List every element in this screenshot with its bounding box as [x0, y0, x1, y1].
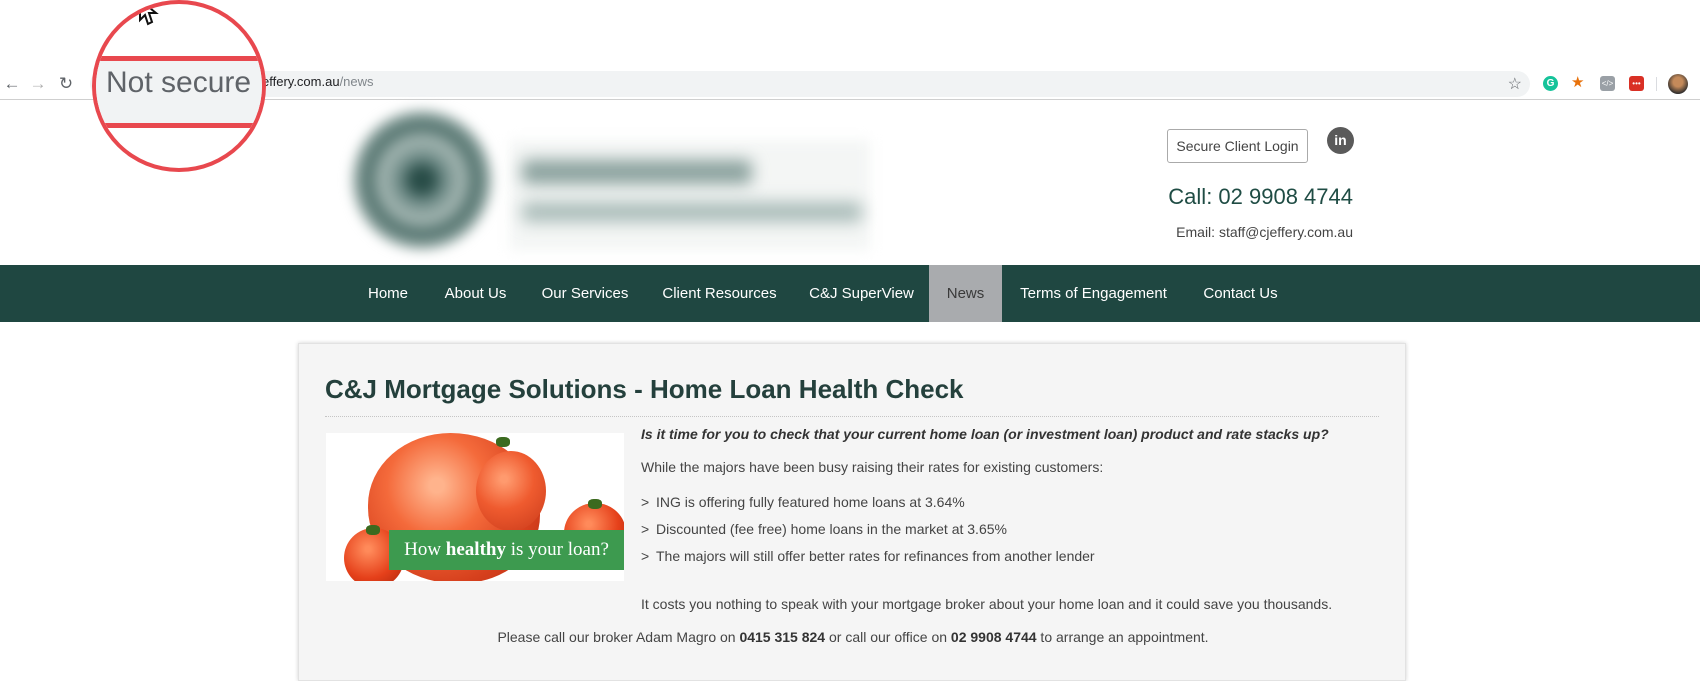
grammarly-extension-icon[interactable]: G [1543, 76, 1558, 91]
logo-wordmark-line [522, 160, 752, 184]
tomato-stem-icon [496, 437, 510, 447]
nav-item-cj-superview[interactable]: C&J SuperView [794, 265, 929, 322]
main-navigation: Home About Us Our Services Client Resour… [0, 265, 1700, 322]
email-address[interactable]: Email: staff@cjeffery.com.au [1176, 224, 1353, 240]
bullet-text: The majors will still offer better rates… [656, 548, 1095, 564]
cta-post: to arrange an appointment. [1036, 629, 1209, 645]
article-panel: C&J Mortgage Solutions - Home Loan Healt… [298, 343, 1406, 681]
list-item: > Discounted (fee free) home loans in the… [641, 521, 1007, 537]
linkedin-icon[interactable]: in [1327, 127, 1354, 154]
nav-item-news[interactable]: News [929, 265, 1002, 322]
not-secure-magnifier: Not secure [92, 0, 266, 172]
red-extension-icon[interactable]: ••• [1629, 76, 1644, 91]
logo-emblem-icon [352, 110, 492, 250]
nav-item-client-resources[interactable]: Client Resources [645, 265, 794, 322]
profile-avatar[interactable] [1668, 74, 1688, 94]
nav-item-terms-of-engagement[interactable]: Terms of Engagement [1002, 265, 1185, 322]
list-item: > ING is offering fully featured home loa… [641, 494, 965, 510]
bullet-marker: > [641, 548, 650, 564]
tomato-promo-image: How healthy is your loan? [326, 433, 624, 581]
article-question: Is it time for you to check that your cu… [641, 426, 1329, 442]
secure-client-login-button[interactable]: Secure Client Login [1167, 129, 1308, 163]
nav-item-about-us[interactable]: About Us [426, 265, 525, 322]
article-intro: While the majors have been busy raising … [641, 459, 1104, 475]
article-closing: It costs you nothing to speak with your … [641, 596, 1333, 612]
toolbar-separator [1656, 77, 1657, 91]
url-path: /news [339, 74, 374, 89]
site-logo[interactable] [338, 102, 878, 262]
url-text[interactable]: effery.com.au/news [262, 74, 374, 89]
bullet-marker: > [641, 521, 650, 537]
article-title: C&J Mortgage Solutions - Home Loan Healt… [325, 374, 964, 404]
logo-tagline-line [522, 202, 862, 222]
promo-caption: How healthy is your loan? [389, 530, 624, 570]
nav-item-home[interactable]: Home [350, 265, 426, 322]
promo-caption-pre: How [404, 539, 446, 560]
bullet-text: Discounted (fee free) home loans in the … [656, 521, 1007, 537]
forward-arrow-icon[interactable]: → [28, 74, 48, 94]
phone-number: Call: 02 9908 4744 [1168, 184, 1353, 209]
logo-text-backdrop [510, 140, 870, 250]
cta-mid: or call our office on [825, 629, 951, 645]
appointment-call-to-action: Please call our broker Adam Magro on 041… [299, 629, 1407, 645]
url-host: effery.com.au [262, 74, 340, 89]
cta-pre: Please call our broker Adam Magro on [497, 629, 740, 645]
bookmark-star-icon[interactable]: ☆ [1508, 74, 1522, 94]
title-divider [325, 416, 1379, 417]
promo-caption-post: is your loan? [505, 539, 609, 560]
star-extension-icon[interactable]: ★ [1571, 75, 1586, 90]
nav-item-contact-us[interactable]: Contact Us [1185, 265, 1296, 322]
broker-mobile: 0415 315 824 [739, 629, 826, 645]
back-arrow-icon[interactable]: ← [2, 74, 22, 94]
tomato-lobe [476, 451, 546, 531]
bullet-text: ING is offering fully featured home loan… [656, 494, 965, 510]
office-phone: 02 9908 4744 [950, 629, 1037, 645]
promo-caption-bold: healthy [445, 539, 506, 560]
not-secure-label: Not secure [106, 66, 252, 99]
bullet-marker: > [641, 494, 650, 510]
list-item: > The majors will still offer better rate… [641, 548, 1095, 564]
pointer-cursor-icon [139, 4, 159, 26]
code-extension-icon[interactable]: </> [1600, 76, 1615, 91]
tomato-stem-icon [588, 499, 602, 509]
nav-item-our-services[interactable]: Our Services [525, 265, 645, 322]
tomato-stem-icon [366, 525, 380, 535]
reload-icon[interactable]: ↻ [56, 74, 76, 94]
